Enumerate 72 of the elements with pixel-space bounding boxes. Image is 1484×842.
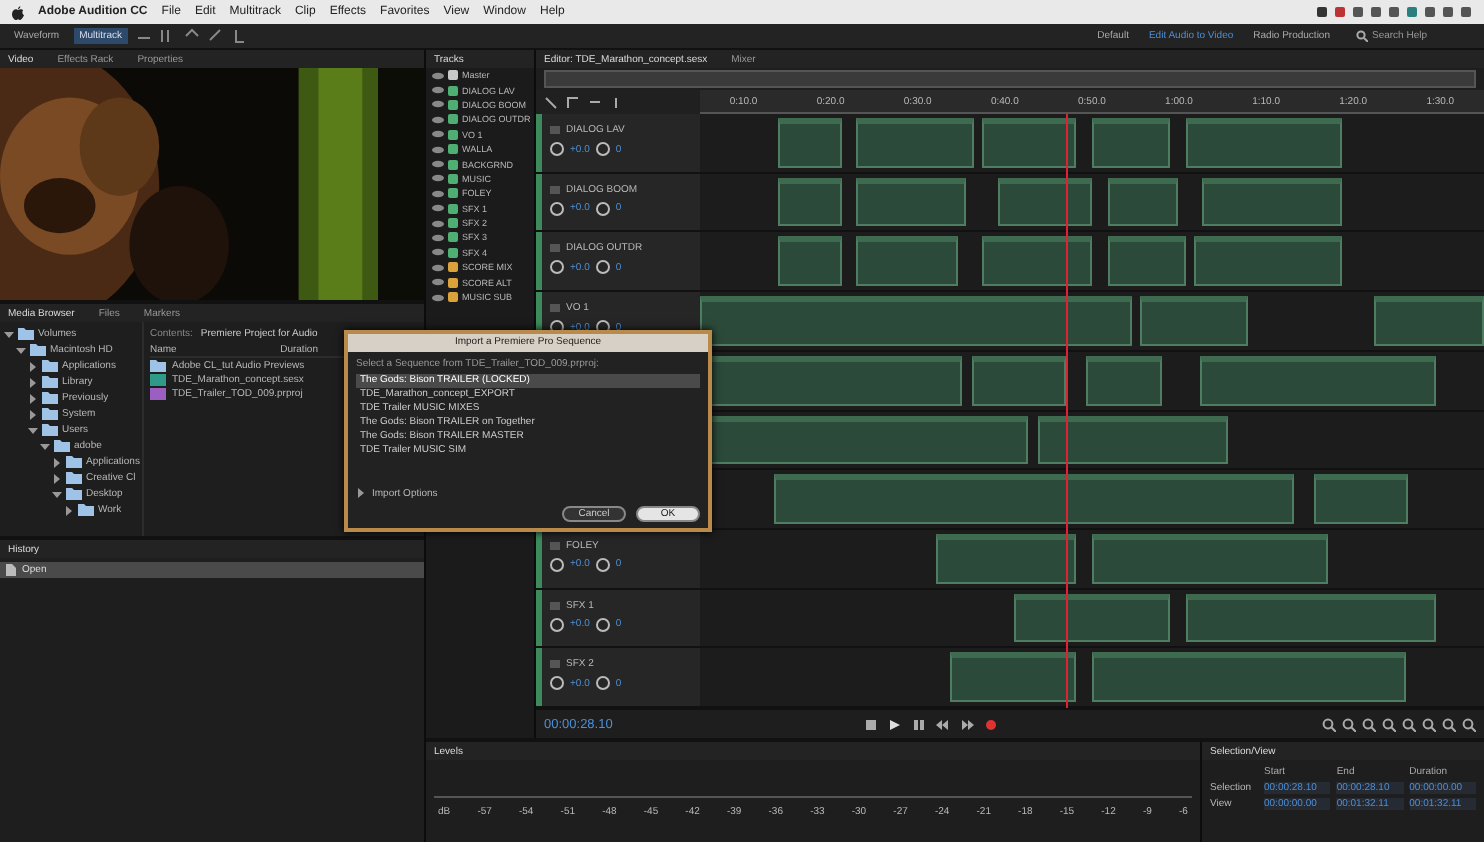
volume-knob-icon[interactable] <box>550 557 564 572</box>
audio-clip[interactable] <box>1374 296 1484 346</box>
apple-icon[interactable] <box>12 5 24 19</box>
collapsed-caret-icon[interactable] <box>28 377 38 387</box>
audio-clip[interactable] <box>1193 236 1343 287</box>
audio-clip[interactable] <box>982 118 1077 168</box>
zoom-icon[interactable] <box>1442 717 1456 731</box>
volume-knob-icon[interactable] <box>550 617 564 632</box>
collapsed-caret-icon[interactable] <box>52 473 62 483</box>
audio-clip[interactable] <box>778 236 842 287</box>
audio-clip[interactable] <box>1107 177 1179 227</box>
volume-knob-icon[interactable] <box>550 676 564 691</box>
collapsed-caret-icon[interactable] <box>28 361 38 371</box>
transport-icon[interactable] <box>960 717 974 731</box>
audio-clip[interactable] <box>950 652 1077 703</box>
collapsed-caret-icon[interactable] <box>64 505 74 515</box>
audio-clip[interactable] <box>1092 118 1171 168</box>
transport-icon[interactable] <box>912 717 926 731</box>
audio-clip[interactable] <box>972 355 1067 406</box>
expanded-caret-icon[interactable] <box>28 425 38 435</box>
audio-clip[interactable] <box>773 474 1295 524</box>
audio-clip[interactable] <box>1201 177 1343 227</box>
audio-clip[interactable] <box>1107 236 1187 287</box>
volume-knob-icon[interactable] <box>550 142 564 156</box>
audio-clip[interactable] <box>778 177 842 227</box>
audio-clip[interactable] <box>778 118 842 168</box>
document-icon <box>6 564 16 576</box>
audio-clip[interactable] <box>1313 474 1409 524</box>
audio-clip[interactable] <box>1085 355 1162 406</box>
audio-clip[interactable] <box>1013 593 1171 643</box>
pan-knob-icon[interactable] <box>595 557 610 572</box>
zoom-icon[interactable] <box>1462 717 1476 731</box>
audio-clip[interactable] <box>1186 593 1437 643</box>
transport-icon[interactable] <box>936 717 950 731</box>
expanded-caret-icon[interactable] <box>4 329 14 339</box>
audio-clip[interactable] <box>856 177 967 227</box>
collapsed-caret-icon[interactable] <box>52 457 62 467</box>
audio-clip[interactable] <box>700 296 1132 346</box>
zoom-icon[interactable] <box>1322 717 1336 731</box>
collapsed-caret-icon[interactable] <box>28 409 38 419</box>
audio-clip[interactable] <box>982 236 1092 287</box>
audio-clip[interactable] <box>997 177 1092 227</box>
audio-clip[interactable] <box>935 533 1077 584</box>
zoom-icon[interactable] <box>1342 717 1356 731</box>
zoom-icon[interactable] <box>1362 717 1376 731</box>
audio-clip[interactable] <box>1199 355 1437 406</box>
pan-knob-icon[interactable] <box>595 320 610 335</box>
audio-clip[interactable] <box>856 118 975 168</box>
zoom-icon[interactable] <box>1402 717 1416 731</box>
volume-knob-icon[interactable] <box>550 320 564 335</box>
pan-knob-icon[interactable] <box>595 260 610 275</box>
audio-clip[interactable] <box>856 236 959 287</box>
expanded-caret-icon[interactable] <box>52 489 62 499</box>
pan-knob-icon[interactable] <box>595 142 610 156</box>
search-icon <box>1356 30 1368 42</box>
volume-knob-icon[interactable] <box>550 260 564 275</box>
folder-icon <box>150 359 166 371</box>
collapsed-caret-icon[interactable] <box>28 393 38 403</box>
expanded-caret-icon[interactable] <box>40 441 50 451</box>
audio-clip[interactable] <box>1139 296 1249 346</box>
audio-clip[interactable] <box>1186 118 1343 168</box>
audio-clip[interactable] <box>1092 533 1328 584</box>
pan-knob-icon[interactable] <box>595 676 610 691</box>
audio-clip[interactable] <box>1092 652 1406 703</box>
pan-knob-icon[interactable] <box>595 617 610 632</box>
expanded-caret-icon[interactable] <box>16 345 26 355</box>
zoom-icon[interactable] <box>1422 717 1436 731</box>
collapsed-caret-icon[interactable] <box>356 488 366 498</box>
audio-clip[interactable] <box>1038 415 1229 465</box>
pan-knob-icon[interactable] <box>595 201 610 216</box>
zoom-icon[interactable] <box>1382 717 1396 731</box>
volume-knob-icon[interactable] <box>550 201 564 216</box>
